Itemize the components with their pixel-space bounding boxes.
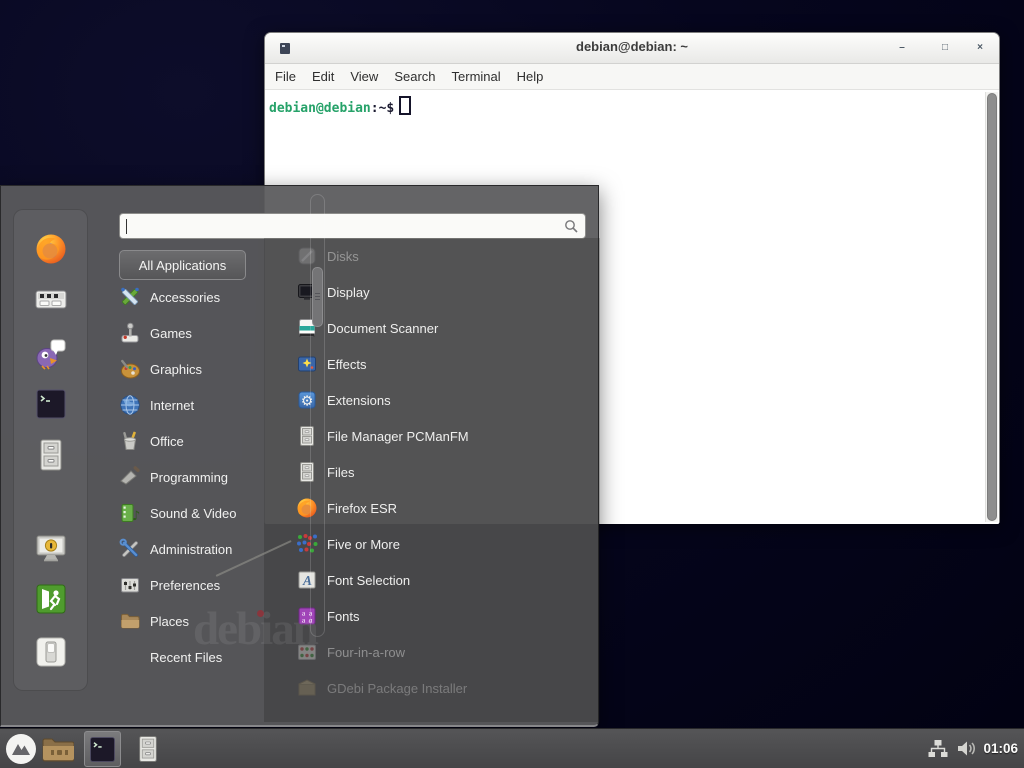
desktop: debian@debian: ~ – □ × File Edit View Se… xyxy=(0,0,1024,768)
category-office[interactable]: Office xyxy=(119,423,265,459)
firefox-icon[interactable] xyxy=(34,232,68,266)
accessories-icon xyxy=(119,286,141,308)
graphics-icon xyxy=(119,358,141,380)
terminal-menubar: File Edit View Search Terminal Help xyxy=(265,64,999,90)
administration-icon xyxy=(119,538,141,560)
pidgin-icon[interactable] xyxy=(34,336,68,370)
gdebi-icon xyxy=(296,677,318,699)
app-four-in-a-row[interactable]: Four-in-a-row xyxy=(264,634,600,670)
category-accessories[interactable]: Accessories xyxy=(119,279,265,315)
places-icon xyxy=(119,610,141,632)
category-preferences[interactable]: Preferences xyxy=(119,567,265,603)
apps-scrollbar-thumb[interactable] xyxy=(312,267,323,327)
all-applications-button[interactable]: All Applications xyxy=(119,250,246,280)
favorites-panel xyxy=(13,209,88,691)
category-sound-video[interactable]: ♪ Sound & Video xyxy=(119,495,265,531)
prompt-symbol: :~$ xyxy=(371,101,394,116)
category-places[interactable]: Places xyxy=(119,603,265,639)
taskbar-terminal-button[interactable] xyxy=(84,731,121,767)
menu-terminal[interactable]: Terminal xyxy=(444,69,509,84)
close-button[interactable]: × xyxy=(971,40,989,56)
menu-view[interactable]: View xyxy=(342,69,386,84)
programming-icon xyxy=(119,466,141,488)
games-icon xyxy=(119,322,141,344)
category-graphics[interactable]: Graphics xyxy=(119,351,265,387)
office-icon xyxy=(119,430,141,452)
volume-icon[interactable] xyxy=(956,739,976,758)
terminal-icon[interactable] xyxy=(34,387,68,421)
apps-scrollbar-track[interactable] xyxy=(310,194,325,637)
category-recent-files[interactable]: Recent Files xyxy=(119,639,265,675)
application-menu: All Applications Accessories Games Graph… xyxy=(0,185,599,727)
menu-search-input[interactable] xyxy=(126,217,560,237)
menu-button[interactable] xyxy=(5,733,37,765)
app-gdebi-package-installer[interactable]: GDebi Package Installer xyxy=(264,670,600,706)
internet-icon xyxy=(119,394,141,416)
taskbar-clock[interactable]: 01:06 xyxy=(983,741,1018,756)
scrollbar-thumb[interactable] xyxy=(987,93,997,521)
terminal-cursor xyxy=(399,96,411,115)
terminal-scrollbar[interactable] xyxy=(985,92,998,522)
recent-files-spacer xyxy=(119,646,141,668)
shutdown-icon[interactable] xyxy=(34,635,68,669)
prompt-user: debian@debian xyxy=(269,101,371,116)
lock-screen-icon[interactable] xyxy=(34,531,68,565)
menu-file[interactable]: File xyxy=(267,69,304,84)
desktop-folder-icon[interactable] xyxy=(42,737,74,762)
terminal-titlebar[interactable]: debian@debian: ~ – □ × xyxy=(265,33,999,64)
file-manager-icon[interactable] xyxy=(34,438,68,472)
text-caret xyxy=(126,219,127,234)
menu-help[interactable]: Help xyxy=(509,69,552,84)
search-box xyxy=(119,213,586,239)
taskbar: 01:06 xyxy=(0,728,1024,768)
four-in-a-row-icon xyxy=(296,641,318,663)
maximize-button[interactable]: □ xyxy=(936,40,954,56)
keyboard-icon[interactable] xyxy=(34,282,68,316)
preferences-icon xyxy=(119,574,141,596)
sound-video-icon: ♪ xyxy=(119,502,141,524)
svg-text:♪: ♪ xyxy=(132,509,140,524)
category-programming[interactable]: Programming xyxy=(119,459,265,495)
category-list: Accessories Games Graphics Internet Offi… xyxy=(119,279,265,675)
menu-search[interactable]: Search xyxy=(386,69,443,84)
category-internet[interactable]: Internet xyxy=(119,387,265,423)
search-icon xyxy=(564,219,578,233)
minimize-button[interactable]: – xyxy=(893,40,911,56)
taskbar-files-button[interactable] xyxy=(134,734,162,764)
window-title: debian@debian: ~ xyxy=(265,39,999,54)
network-icon[interactable] xyxy=(928,740,948,758)
category-games[interactable]: Games xyxy=(119,315,265,351)
logout-icon[interactable] xyxy=(34,582,68,616)
menu-edit[interactable]: Edit xyxy=(304,69,342,84)
